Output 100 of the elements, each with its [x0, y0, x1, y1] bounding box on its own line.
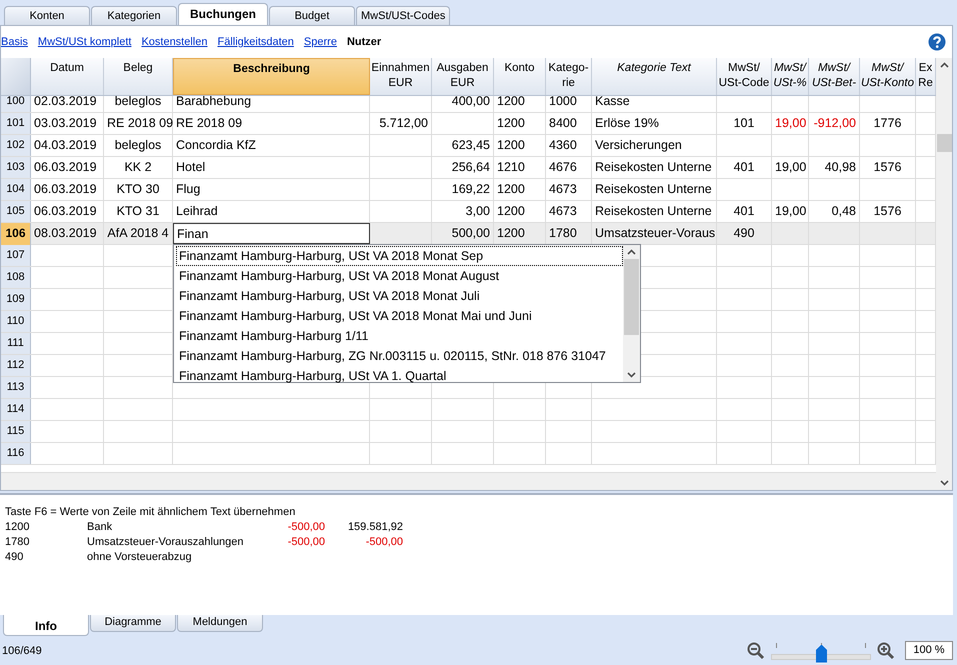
- row-number[interactable]: 114: [1, 399, 31, 420]
- row-number[interactable]: 102: [1, 135, 31, 156]
- row-number[interactable]: 113: [1, 377, 31, 398]
- scroll-up-icon[interactable]: [627, 249, 636, 255]
- zoom-field[interactable]: 100 %: [905, 641, 953, 660]
- table-cell: -912,00: [809, 113, 860, 134]
- row-number[interactable]: 111: [1, 333, 31, 354]
- table-cell: 19,00: [772, 201, 809, 222]
- scrollbar-thumb[interactable]: [936, 134, 952, 152]
- table-cell: 1200: [494, 113, 546, 134]
- suggestion-item[interactable]: Finanzamt Hamburg-Harburg 1/11: [176, 326, 623, 346]
- table-cell: 1210: [494, 157, 546, 178]
- row-number[interactable]: 116: [1, 443, 31, 464]
- scrollbar-thumb[interactable]: [624, 259, 639, 335]
- column-header[interactable]: Konto: [494, 58, 546, 95]
- view-link[interactable]: Nutzer: [346, 36, 382, 48]
- table-cell: 1200: [494, 179, 546, 200]
- column-header[interactable]: Beschreibung: [173, 58, 370, 95]
- table-cell: Reisekosten Unterne: [592, 157, 717, 178]
- table-cell: KK 2: [104, 157, 173, 178]
- table-cell: 401: [717, 201, 772, 222]
- tab[interactable]: Budget: [269, 6, 355, 25]
- column-header[interactable]: Katego- rie: [546, 58, 592, 95]
- horizontal-scrollbar[interactable]: [1, 472, 936, 490]
- row-number[interactable]: 104: [1, 179, 31, 200]
- zoom-out-icon[interactable]: [747, 642, 765, 660]
- account-code: 1200: [5, 520, 30, 535]
- view-link[interactable]: Sperre: [304, 36, 337, 48]
- row-number[interactable]: 109: [1, 289, 31, 310]
- table-cell: 1776: [860, 113, 916, 134]
- row-number[interactable]: 108: [1, 267, 31, 288]
- column-header[interactable]: MwSt/ USt-%: [772, 58, 809, 95]
- scroll-down-icon[interactable]: [940, 480, 948, 486]
- zoom-slider[interactable]: [771, 640, 871, 660]
- table-cell: 1200: [494, 201, 546, 222]
- suggestion-item[interactable]: Finanzamt Hamburg-Harburg, USt VA 2018 Monat Sep: [176, 246, 623, 266]
- row-number[interactable]: 105: [1, 201, 31, 222]
- suggestion-item[interactable]: Finanzamt Hamburg-Harburg, ZG Nr.003115 u. 020115, StNr. 018 876 31047: [176, 346, 623, 366]
- column-header[interactable]: Datum: [31, 58, 104, 95]
- row-number[interactable]: 110: [1, 311, 31, 332]
- row-number[interactable]: 100: [1, 96, 31, 112]
- table-cell: Versicherungen: [592, 135, 717, 156]
- row-number[interactable]: 106: [1, 223, 31, 244]
- table-cell: 401: [717, 157, 772, 178]
- account-name: Bank: [87, 520, 114, 535]
- table-cell: Leihrad: [173, 201, 370, 222]
- table-cell: 06.03.2019: [31, 157, 104, 178]
- view-link[interactable]: Basis: [1, 36, 28, 48]
- tab[interactable]: MwSt/USt-Codes: [356, 6, 450, 25]
- column-header[interactable]: Einnahmen EUR: [370, 58, 432, 95]
- table-cell: 1000: [546, 96, 592, 112]
- suggestion-item[interactable]: Finanzamt Hamburg-Harburg, USt VA 2018 Monat August: [176, 266, 623, 286]
- row-number[interactable]: 115: [1, 421, 31, 442]
- column-header[interactable]: MwSt/ USt-Code: [717, 58, 772, 95]
- tab[interactable]: Info: [3, 615, 89, 636]
- view-link[interactable]: Kostenstellen: [141, 36, 208, 48]
- slider-thumb[interactable]: [816, 644, 827, 662]
- suggestion-item[interactable]: Finanzamt Hamburg-Harburg, USt VA 1. Quartal: [176, 366, 623, 386]
- scroll-down-icon[interactable]: [627, 372, 636, 378]
- row-number[interactable]: 103: [1, 157, 31, 178]
- table-cell: 1200: [494, 135, 546, 156]
- column-header[interactable]: Ausgaben EUR: [432, 58, 494, 95]
- row-number[interactable]: 112: [1, 355, 31, 376]
- column-header[interactable]: MwSt/ USt-Bet-: [809, 58, 860, 95]
- balance: -500,00: [364, 535, 403, 550]
- table-cell: 1200: [494, 96, 546, 112]
- info-hint: Taste F6 = Werte von Zeile mit ähnlichem Text übernehmen: [5, 505, 296, 520]
- row-number[interactable]: 107: [1, 245, 31, 266]
- column-header[interactable]: MwSt/ USt-Konto: [860, 58, 916, 95]
- table-cell: 19,00: [772, 157, 809, 178]
- dropdown-scrollbar[interactable]: [623, 245, 640, 382]
- tab[interactable]: Konten: [4, 6, 90, 25]
- table-cell: Erlöse 19%: [592, 113, 717, 134]
- scroll-up-icon[interactable]: [940, 62, 948, 68]
- tab[interactable]: Kategorien: [91, 6, 177, 25]
- column-header[interactable]: Kategorie Text: [592, 58, 717, 95]
- tab[interactable]: Meldungen: [177, 615, 263, 632]
- table-cell: 1576: [860, 201, 916, 222]
- table-cell: 06.03.2019: [31, 201, 104, 222]
- tab[interactable]: Diagramme: [90, 615, 176, 632]
- table-cell: 169,22: [432, 179, 494, 200]
- zoom-in-icon[interactable]: [877, 642, 895, 660]
- table-cell: Concordia KfZ: [173, 135, 370, 156]
- table-cell: 256,64: [432, 157, 494, 178]
- view-link[interactable]: MwSt/USt komplett: [38, 36, 132, 48]
- view-link[interactable]: Fälligkeitsdaten: [217, 36, 294, 48]
- row-number[interactable]: 101: [1, 113, 31, 134]
- table-cell: RE 2018 09: [173, 113, 370, 134]
- table-cell: 19,00: [772, 113, 809, 134]
- tab[interactable]: Buchungen: [178, 3, 268, 25]
- account-name: Umsatzsteuer-Vorauszahlungen: [87, 535, 245, 550]
- account-code: 1780: [5, 535, 30, 550]
- cell-editor[interactable]: Finan: [173, 223, 370, 244]
- vertical-scrollbar[interactable]: [936, 58, 952, 490]
- suggestion-item[interactable]: Finanzamt Hamburg-Harburg, USt VA 2018 Monat Juli: [176, 286, 623, 306]
- help-icon[interactable]: [928, 33, 946, 51]
- table-cell: 03.03.2019: [31, 113, 104, 134]
- suggestion-item[interactable]: Finanzamt Hamburg-Harburg, USt VA 2018 Monat Mai und Juni: [176, 306, 623, 326]
- table-cell: 04.03.2019: [31, 135, 104, 156]
- table-cell: Flug: [173, 179, 370, 200]
